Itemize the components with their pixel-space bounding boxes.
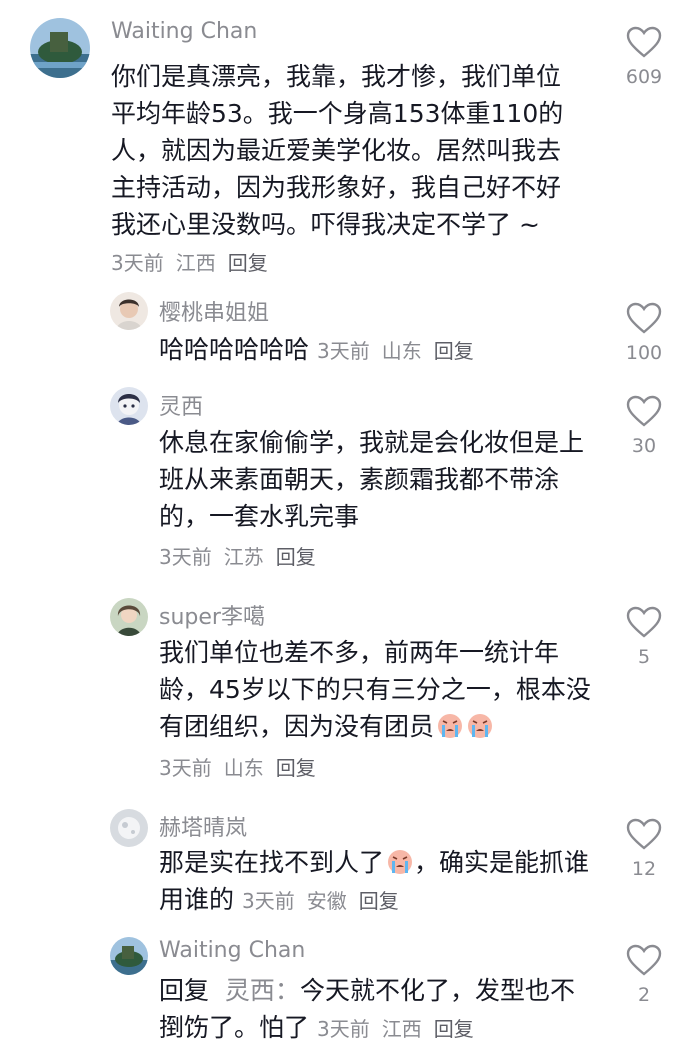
like-button[interactable]: 2 bbox=[622, 944, 666, 1006]
username[interactable]: Waiting Chan bbox=[111, 19, 257, 44]
crying-face-emoji-icon bbox=[388, 850, 413, 874]
username[interactable]: Waiting Chan bbox=[159, 938, 305, 963]
reply-button[interactable]: 回复 bbox=[276, 545, 316, 569]
username[interactable]: 樱桃串姐姐 bbox=[159, 295, 269, 327]
avatar[interactable] bbox=[110, 387, 148, 425]
reply-prefix: 回复 bbox=[159, 976, 210, 1005]
comment-location: 江苏 bbox=[223, 545, 264, 569]
like-count: 2 bbox=[637, 984, 651, 1006]
comment-time: 3天前 bbox=[159, 756, 212, 780]
reply-button[interactable]: 回复 bbox=[276, 756, 316, 780]
portrait-avatar-icon bbox=[110, 292, 148, 330]
username[interactable]: 赫塔晴岚 bbox=[159, 810, 247, 842]
reply-mention[interactable]: 灵西： bbox=[225, 976, 300, 1005]
comment-time: 3天前 bbox=[159, 545, 212, 569]
like-button[interactable]: 100 bbox=[622, 302, 666, 364]
heart-icon bbox=[626, 302, 662, 334]
comment-meta: 3天前 山东 回复 bbox=[317, 339, 486, 363]
avatar[interactable] bbox=[110, 598, 148, 636]
comment-body: 哈哈哈哈哈哈 bbox=[159, 335, 310, 364]
avatar[interactable] bbox=[30, 18, 90, 78]
username[interactable]: super李噶 bbox=[159, 599, 265, 631]
avatar[interactable] bbox=[110, 292, 148, 330]
heart-icon bbox=[626, 395, 662, 427]
heart-icon bbox=[626, 944, 662, 976]
cartoon-avatar-icon bbox=[110, 387, 148, 425]
comment-meta: 3天前 江西 回复 bbox=[317, 1017, 486, 1041]
reply-button[interactable]: 回复 bbox=[228, 251, 268, 275]
like-count: 100 bbox=[625, 342, 663, 364]
comment-body: 我们单位也差不多，前两年一统计年龄，45岁以下的只有三分之一，根本没有团组织，因… bbox=[159, 638, 591, 741]
crying-face-emoji-icon bbox=[468, 714, 493, 738]
moon-avatar-icon bbox=[110, 809, 148, 847]
comment-body: 休息在家偷偷学，我就是会化妆但是上班从来素面朝天，素颜霜我都不带涂的，一套水乳完… bbox=[159, 428, 585, 531]
comment-body: 你们是真漂亮，我靠，我才惨，我们单位平均年龄53。我一个身高153体重110的人… bbox=[111, 62, 564, 239]
comment-text: 我们单位也差不多，前两年一统计年龄，45岁以下的只有三分之一，根本没有团组织，因… bbox=[159, 634, 599, 745]
comment-meta: 3天前 江西 回复 bbox=[111, 251, 280, 275]
like-count: 609 bbox=[625, 66, 663, 88]
reply-button[interactable]: 回复 bbox=[359, 889, 399, 913]
like-count: 30 bbox=[631, 435, 657, 457]
like-button[interactable]: 30 bbox=[622, 395, 666, 457]
comment-text: 哈哈哈哈哈哈 3天前 山东 回复 bbox=[159, 331, 579, 370]
like-button[interactable]: 5 bbox=[622, 606, 666, 668]
comment-location: 山东 bbox=[223, 756, 264, 780]
comment-meta: 3天前 安徽 回复 bbox=[242, 889, 411, 913]
comment-text: 那是实在找不到人了 ，确实是能抓谁用谁的 3天前 安徽 回复 bbox=[159, 844, 599, 920]
comment-text: 回复 灵西：今天就不化了，发型也不捯饬了。怕了 3天前 江西 回复 bbox=[159, 972, 599, 1048]
username[interactable]: 灵西 bbox=[159, 389, 203, 421]
like-count: 5 bbox=[637, 646, 651, 668]
comment-text: 休息在家偷偷学，我就是会化妆但是上班从来素面朝天，素颜霜我都不带涂的，一套水乳完… bbox=[159, 424, 599, 535]
like-button[interactable]: 12 bbox=[622, 818, 666, 880]
comment-time: 3天前 bbox=[111, 251, 164, 275]
comment-location: 安徽 bbox=[306, 889, 347, 913]
portrait-avatar-icon bbox=[110, 598, 148, 636]
avatar[interactable] bbox=[110, 937, 148, 975]
heart-icon bbox=[626, 606, 662, 638]
comment-time: 3天前 bbox=[241, 889, 295, 913]
comment-text: 你们是真漂亮，我靠，我才惨，我们单位平均年龄53。我一个身高153体重110的人… bbox=[111, 58, 581, 282]
comment-location: 江西 bbox=[381, 1017, 422, 1041]
comment-time: 3天前 bbox=[316, 339, 370, 363]
comment-body-part1: 那是实在找不到人了 bbox=[159, 848, 385, 877]
like-button[interactable]: 609 bbox=[622, 26, 666, 88]
reply-button[interactable]: 回复 bbox=[434, 339, 474, 363]
landscape-avatar-icon bbox=[30, 18, 90, 78]
avatar[interactable] bbox=[110, 809, 148, 847]
heart-icon bbox=[626, 26, 662, 58]
landscape-avatar-icon bbox=[110, 937, 148, 975]
comment-meta: 3天前 山东 回复 bbox=[159, 752, 328, 781]
comment-time: 3天前 bbox=[316, 1017, 370, 1041]
heart-icon bbox=[626, 818, 662, 850]
reply-button[interactable]: 回复 bbox=[434, 1017, 474, 1041]
like-count: 12 bbox=[631, 858, 657, 880]
crying-face-emoji-icon bbox=[438, 714, 463, 738]
comment-location: 江西 bbox=[175, 251, 216, 275]
comment-meta: 3天前 江苏 回复 bbox=[159, 541, 328, 570]
comment-location: 山东 bbox=[381, 339, 422, 363]
